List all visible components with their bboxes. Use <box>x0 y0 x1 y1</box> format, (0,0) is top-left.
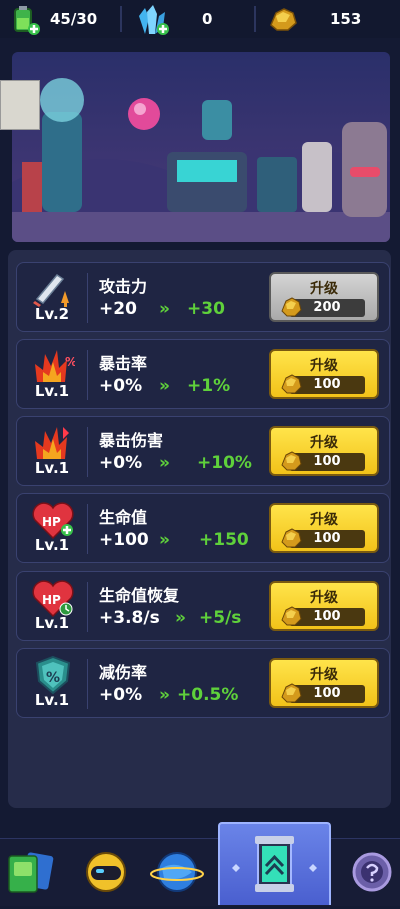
energy-battery-icon[interactable] <box>8 4 40 36</box>
stat-name: 暴击伤害 <box>99 431 164 450</box>
level-label: Lv.1 <box>34 382 70 400</box>
level-label: Lv.2 <box>34 305 70 323</box>
current-value: +0% <box>99 453 143 473</box>
upgrade-button-label: 升级 <box>310 358 338 374</box>
arrow-icon: » <box>159 299 170 319</box>
planet-icon <box>150 852 204 892</box>
nav-tab-gear[interactable] <box>78 838 134 905</box>
arrow-icon: » <box>159 453 170 473</box>
resource-divider <box>254 6 256 32</box>
hp-regen-icon: HP <box>31 578 75 618</box>
energy-counter: 45/30 <box>50 6 97 32</box>
current-value: +3.8/s <box>99 608 160 628</box>
upgrade-button-label: 升级 <box>310 281 338 297</box>
next-value: +10% <box>197 453 252 473</box>
current-value: +0% <box>99 685 143 705</box>
hp-heart-icon: HP <box>31 500 75 540</box>
damage-reduction-shield-icon: % <box>31 655 75 695</box>
upgrade-card-damage-reduction: % Lv.1 减伤率 +0% » +0.5% 升级 100 <box>16 648 390 718</box>
arrow-icon: » <box>159 530 170 550</box>
sword-attack-icon <box>31 269 75 309</box>
current-value: +20 <box>99 299 137 319</box>
upgrade-button-disabled[interactable]: 升级 200 <box>269 272 379 322</box>
crystal-value: 0 <box>202 10 213 28</box>
arrow-icon: » <box>159 376 170 396</box>
portrait-photo-thumbnail[interactable] <box>0 80 40 130</box>
upgrade-button[interactable]: 升级 100 <box>269 426 379 476</box>
nav-tab-locked[interactable] <box>346 838 400 905</box>
gold-ore-icon <box>280 296 302 318</box>
gold-ore-icon <box>280 373 302 395</box>
upgrade-button[interactable]: 升级 100 <box>269 503 379 553</box>
card-divider <box>87 504 88 554</box>
crit-damage-icon <box>31 423 75 463</box>
arrow-icon: » <box>159 685 170 705</box>
gold-ore-icon <box>280 450 302 472</box>
upgrade-button[interactable]: 升级 100 <box>269 349 379 399</box>
next-value: +30 <box>187 299 225 319</box>
helmet-icon <box>86 852 126 892</box>
hp-glyph: HP <box>42 593 61 607</box>
nav-tab-planet[interactable] <box>150 838 204 905</box>
stat-name: 攻击力 <box>99 277 148 296</box>
arrow-icon: » <box>175 608 186 628</box>
cards-icon <box>8 852 54 893</box>
upgrade-button[interactable]: 升级 100 <box>269 581 379 631</box>
stat-name: 生命值 <box>99 508 148 527</box>
gold-ore-icon <box>280 682 302 704</box>
current-value: +0% <box>99 376 143 396</box>
gold-value: 153 <box>330 10 362 28</box>
hp-glyph: HP <box>42 515 61 529</box>
upgrade-card-hp-regen: HP Lv.1 生命值恢复 +3.8/s » +5/s 升级 100 <box>16 571 390 641</box>
card-divider <box>87 273 88 323</box>
card-divider <box>87 659 88 709</box>
current-value: +100 <box>99 530 149 550</box>
crystal-counter: 0 <box>202 6 212 32</box>
card-divider <box>87 582 88 632</box>
energy-value: 45/30 <box>50 10 98 28</box>
upgrade-button-label: 升级 <box>310 512 338 528</box>
level-label: Lv.1 <box>34 536 70 554</box>
level-label: Lv.1 <box>34 459 70 477</box>
level-label: Lv.1 <box>34 614 70 632</box>
resource-divider <box>120 6 122 32</box>
next-value: +150 <box>199 530 249 550</box>
level-label: Lv.1 <box>34 691 70 709</box>
upgrade-button-label: 升级 <box>310 667 338 683</box>
crit-rate-icon: % <box>31 346 77 386</box>
percent-glyph: % <box>65 355 75 369</box>
percent-glyph: % <box>46 670 60 686</box>
gold-ore-icon <box>280 605 302 627</box>
upgrade-card-hp: HP Lv.1 生命值 +100 » +150 升级 100 <box>16 493 390 563</box>
card-divider <box>87 350 88 400</box>
upgrade-card-attack: Lv.2 攻击力 +20 » +30 升级 200 <box>16 262 390 332</box>
nav-tab-upgrade-active[interactable] <box>218 822 331 905</box>
card-divider <box>87 427 88 477</box>
upgrade-button-label: 升级 <box>310 435 338 451</box>
stat-name: 生命值恢复 <box>99 586 180 605</box>
next-value: +0.5% <box>177 685 239 705</box>
gold-ore-icon <box>280 527 302 549</box>
upgrade-card-crit-rate: % Lv.1 暴击率 +0% » +1% 升级 100 <box>16 339 390 409</box>
upgrade-card-crit-damage: Lv.1 暴击伤害 +0% » +10% 升级 100 <box>16 416 390 486</box>
next-value: +1% <box>187 376 231 396</box>
stat-name: 暴击率 <box>99 354 148 373</box>
stat-name: 减伤率 <box>99 663 148 682</box>
gold-counter: 153 <box>330 6 361 32</box>
laboratory-scene-illustration <box>12 52 390 242</box>
nav-tab-cards[interactable] <box>5 838 59 905</box>
gold-ore-icon <box>268 5 298 33</box>
crystal-icon[interactable] <box>135 4 171 36</box>
upgrade-station-icon <box>232 836 317 892</box>
upgrade-button-label: 升级 <box>310 590 338 606</box>
locked-mystery-icon <box>352 852 392 892</box>
upgrade-button[interactable]: 升级 100 <box>269 658 379 708</box>
next-value: +5/s <box>199 608 242 628</box>
